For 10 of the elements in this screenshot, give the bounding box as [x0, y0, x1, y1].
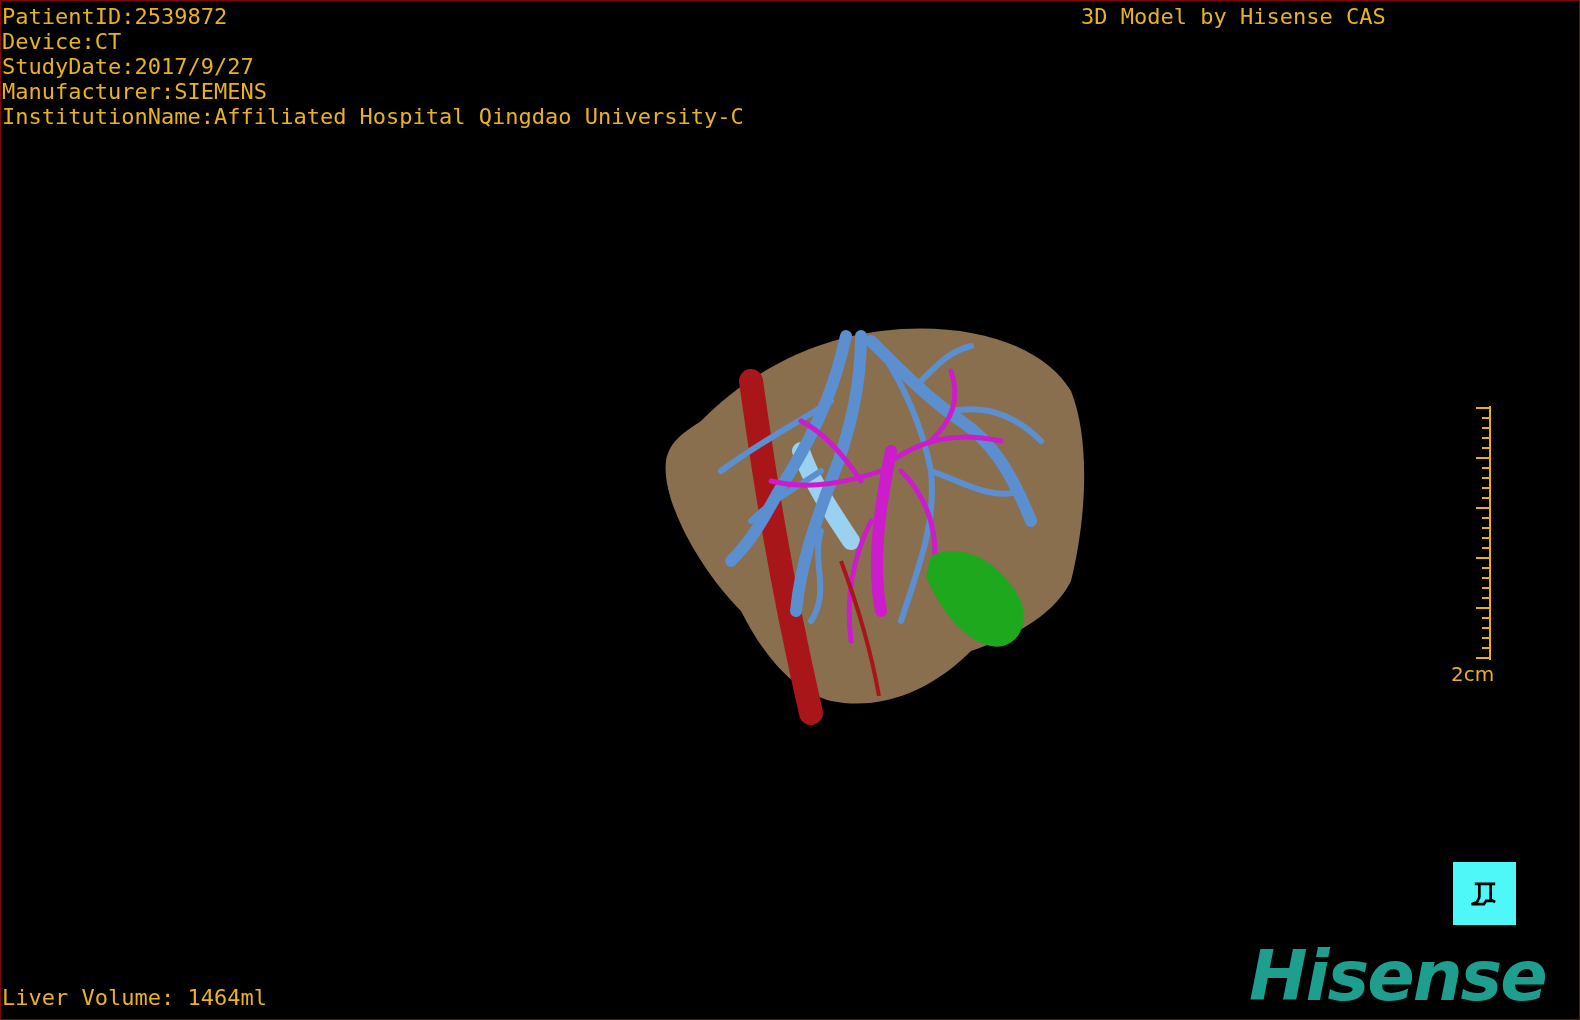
info-text: Manufacturer:SIEMENS [2, 79, 268, 104]
liver-volume-text: Liver Volume: 1464ml [2, 985, 267, 1010]
viewer-title: 3D Model by Hisense CAS [1081, 4, 1386, 29]
orientation-button[interactable] [1453, 862, 1516, 925]
info-text: StudyDate:2017/9/27 [2, 54, 255, 79]
info-text: Device:CT [2, 29, 123, 54]
logo-text: Hisense [1249, 941, 1546, 1011]
info-text: PatientID:2539872 [2, 4, 229, 29]
info-text: InstitutionName:Affiliated Hospital Qingdao University-C [2, 104, 744, 129]
scale-label: 2cm [1451, 662, 1495, 687]
